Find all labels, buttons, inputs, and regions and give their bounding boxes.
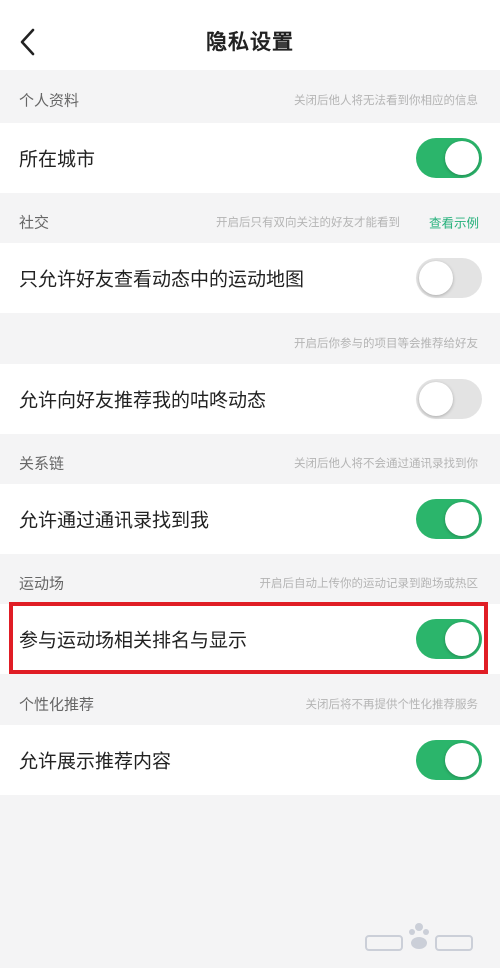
setting-label: 参与运动场相关排名与显示 [19,629,248,652]
setting-row-map-friends-only[interactable]: 只允许好友查看动态中的运动地图 [0,243,500,313]
setting-row-arena-ranking[interactable]: 参与运动场相关排名与显示 [0,604,500,674]
watermark-logo [365,923,473,951]
recommend-feed-toggle[interactable] [416,379,482,419]
section-label: 社交 [19,213,50,232]
setting-row-city[interactable]: 所在城市 [0,123,500,193]
section-header-profile: 个人资料 关闭后他人将无法看到你相应的信息 [0,70,500,130]
setting-row-find-by-contacts[interactable]: 允许通过通讯录找到我 [0,484,500,554]
toggle-knob [445,743,479,777]
top-bar: 隐私设置 [0,0,500,70]
toggle-knob [419,261,453,295]
arena-ranking-toggle[interactable] [416,619,482,659]
section-note: 关闭后他人将无法看到你相应的信息 [294,93,478,107]
toggle-knob [419,382,453,416]
toggle-knob [445,622,479,656]
section-note: 开启后自动上传你的运动记录到跑场或热区 [259,576,479,590]
setting-label: 只允许好友查看动态中的运动地图 [19,268,305,291]
section-note: 关闭后他人将不会通过通讯录找到你 [294,456,478,470]
section-note: 关闭后将不再提供个性化推荐服务 [305,697,479,711]
setting-row-recommend-feed[interactable]: 允许向好友推荐我的咕咚动态 [0,364,500,434]
setting-label: 允许通过通讯录找到我 [19,509,210,532]
show-recommendations-toggle[interactable] [416,740,482,780]
setting-row-show-recommendations[interactable]: 允许展示推荐内容 [0,725,500,795]
toggle-knob [445,502,479,536]
city-toggle[interactable] [416,138,482,178]
section-label: 个人资料 [19,91,80,110]
setting-label: 允许向好友推荐我的咕咚动态 [19,389,267,412]
setting-label: 所在城市 [19,148,96,171]
section-note: 开启后只有双向关注的好友才能看到 [216,215,400,229]
section-note: 开启后你参与的项目等会推荐给好友 [294,336,478,350]
view-example-link[interactable]: 查看示例 [429,213,479,232]
map-friends-only-toggle[interactable] [416,258,482,298]
section-label: 个性化推荐 [19,695,95,714]
find-by-contacts-toggle[interactable] [416,499,482,539]
section-label: 关系链 [19,454,65,473]
setting-label: 允许展示推荐内容 [19,750,172,773]
page-title: 隐私设置 [206,30,294,54]
section-label: 运动场 [19,574,65,593]
toggle-knob [445,141,479,175]
